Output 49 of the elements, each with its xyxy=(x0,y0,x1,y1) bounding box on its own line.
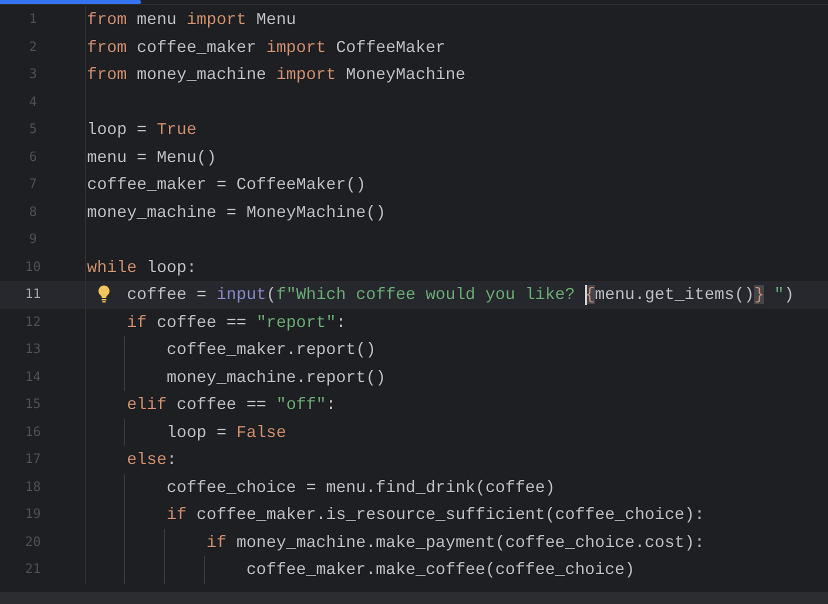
line-number: 11 xyxy=(24,287,42,302)
code-token: money_machine = MoneyMachine() xyxy=(87,202,386,222)
keyword-token: if xyxy=(166,505,187,524)
keyword-token: from xyxy=(87,65,127,84)
code-token: coffee_maker = CoffeeMaker() xyxy=(87,175,366,194)
code-token: loop: xyxy=(146,258,197,277)
code-token: loop = xyxy=(166,422,228,442)
keyword-token: else xyxy=(126,450,167,470)
code-token: coffee_choice = menu.find_drink(coffee) xyxy=(166,478,556,497)
code-token: money_machine.make_payment(coffee_choice.cost): xyxy=(235,532,704,552)
keyword-token: if xyxy=(206,532,226,552)
code-token: menu xyxy=(136,10,178,30)
code-token: money_machine.report() xyxy=(166,368,386,387)
keyword-token: if xyxy=(126,312,147,332)
code-token: Menu xyxy=(255,10,296,30)
code-token: coffee == xyxy=(156,312,248,332)
code-token: coffee == xyxy=(176,395,268,414)
code-token: MoneyMachine xyxy=(344,65,466,84)
keyword-token: elif xyxy=(126,395,167,414)
code-token: : xyxy=(336,312,346,332)
code-token: coffee_maker xyxy=(136,38,258,57)
code-token: coffee = xyxy=(126,285,208,304)
keyword-token: import xyxy=(266,38,326,57)
code-token: coffee_maker.report() xyxy=(166,340,376,360)
string-token: " xyxy=(773,285,784,304)
code-token: loop = xyxy=(87,120,148,140)
code-token: ) xyxy=(784,285,794,304)
lightbulb-icon[interactable] xyxy=(98,285,110,303)
keyword-token: from xyxy=(87,38,127,57)
builtin-token: input xyxy=(216,285,266,304)
code-token: CoffeeMaker xyxy=(334,38,446,57)
string-token: "off" xyxy=(276,395,326,414)
code-token: menu = Menu() xyxy=(87,148,216,167)
code-token: menu.get_items() xyxy=(594,285,754,304)
code-token: coffee_maker.make_coffee(coffee_choice) xyxy=(246,560,635,580)
keyword-token: True xyxy=(156,120,197,140)
keyword-token: import xyxy=(186,10,246,30)
keyword-token: while xyxy=(87,258,137,277)
keyword-token: import xyxy=(276,65,336,84)
code-token: money_machine xyxy=(136,65,268,84)
string-token: f"Which coffee would you like? xyxy=(276,285,576,304)
brace-token: } xyxy=(754,285,764,304)
keyword-token: from xyxy=(87,10,127,30)
keyword-token: False xyxy=(236,422,286,442)
code-token: ( xyxy=(266,285,276,304)
code-token: : xyxy=(166,450,177,470)
code-token: coffee_maker.is_resource_sufficient(coffee_choice): xyxy=(196,505,704,524)
code-token: : xyxy=(326,395,336,414)
string-token: "report" xyxy=(256,312,336,332)
